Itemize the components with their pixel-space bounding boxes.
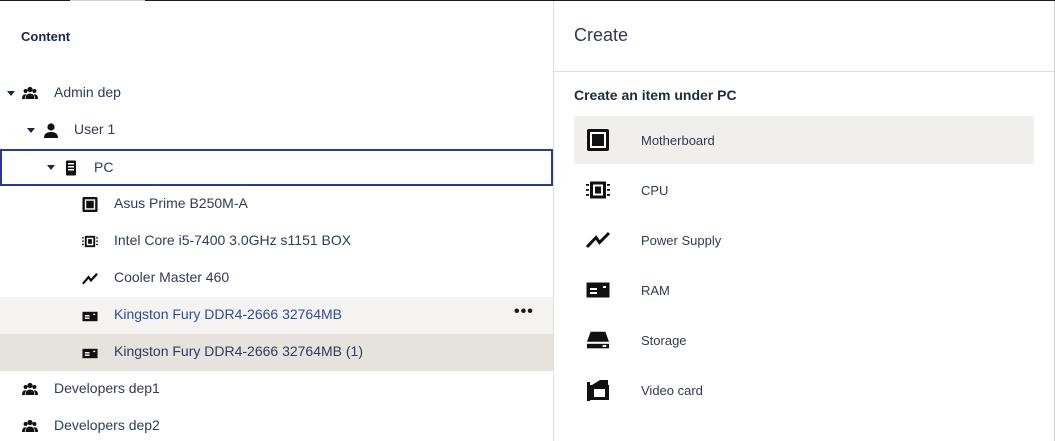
create-item-label: Power Supply bbox=[641, 232, 722, 248]
pc-tower-icon bbox=[63, 160, 79, 176]
tree-row-power-supply[interactable]: Cooler Master 460 bbox=[0, 260, 553, 297]
caret-down-icon[interactable] bbox=[47, 165, 55, 170]
tree-row-label: Developers dep1 bbox=[54, 380, 160, 396]
create-item-storage[interactable]: Storage bbox=[574, 316, 1034, 364]
motherboard-icon bbox=[82, 196, 98, 212]
tree-row-developers-dep2[interactable]: Developers dep2 bbox=[0, 408, 553, 441]
tree-row-ram[interactable]: Kingston Fury DDR4-2666 32764MB ••• bbox=[0, 297, 553, 334]
content-tree-panel: Content Admin dep User 1 PC Asus Prime B… bbox=[0, 1, 553, 441]
tree-row-user-1[interactable]: User 1 bbox=[0, 112, 553, 149]
ram-icon bbox=[82, 345, 98, 361]
cpu-icon bbox=[586, 178, 610, 202]
tree-row-label: PC bbox=[94, 159, 114, 175]
create-subtitle: Create an item under PC bbox=[574, 87, 737, 103]
group-icon bbox=[22, 85, 38, 101]
caret-down-icon[interactable] bbox=[27, 128, 35, 133]
power-supply-icon bbox=[586, 228, 610, 252]
tree-row-label: Kingston Fury DDR4-2666 32764MB (1) bbox=[114, 343, 364, 359]
tree-row-label: Developers dep2 bbox=[54, 417, 160, 433]
content-header: Content bbox=[21, 29, 71, 44]
tree-row-label: Cooler Master 460 bbox=[114, 269, 230, 285]
create-item-label: RAM bbox=[641, 282, 670, 298]
create-divider bbox=[554, 71, 1055, 72]
tree-row-label: User 1 bbox=[74, 121, 116, 137]
create-item-label: CPU bbox=[641, 182, 669, 198]
create-item-ram[interactable]: RAM bbox=[574, 266, 1034, 314]
tree-row-cpu[interactable]: Intel Core i5-7400 3.0GHz s1151 BOX bbox=[0, 223, 553, 260]
create-item-video-card[interactable]: Video card bbox=[574, 366, 1034, 414]
tree-row-label: Asus Prime B250M-A bbox=[114, 195, 248, 211]
tree-row-label: Intel Core i5-7400 3.0GHz s1151 BOX bbox=[114, 232, 352, 248]
user-icon bbox=[43, 122, 59, 138]
tree-row-pc[interactable]: PC bbox=[0, 149, 553, 186]
storage-icon bbox=[586, 328, 610, 352]
tree-row-motherboard[interactable]: Asus Prime B250M-A bbox=[0, 186, 553, 223]
video-card-icon bbox=[586, 378, 610, 402]
tree-row-label: Kingston Fury DDR4-2666 32764MB bbox=[114, 306, 343, 322]
create-item-label: Motherboard bbox=[641, 132, 715, 148]
tree-row-ram-1[interactable]: Kingston Fury DDR4-2666 32764MB (1) bbox=[0, 334, 553, 371]
ram-icon bbox=[82, 308, 98, 324]
tree-row-label: Admin dep bbox=[54, 84, 121, 100]
caret-down-icon[interactable] bbox=[7, 91, 15, 96]
tree-row-developers-dep1[interactable]: Developers dep1 bbox=[0, 371, 553, 408]
group-icon bbox=[22, 381, 38, 397]
ram-icon bbox=[586, 278, 610, 302]
cpu-icon bbox=[82, 233, 98, 249]
create-item-power-supply[interactable]: Power Supply bbox=[574, 216, 1034, 264]
group-icon bbox=[22, 418, 38, 434]
create-item-motherboard[interactable]: Motherboard bbox=[574, 116, 1034, 164]
create-item-cpu[interactable]: CPU bbox=[574, 166, 1034, 214]
create-title: Create bbox=[574, 25, 629, 45]
more-options-button[interactable]: ••• bbox=[514, 304, 534, 320]
create-item-label: Video card bbox=[641, 382, 703, 398]
create-panel: Create Create an item under PC Motherboa… bbox=[554, 1, 1055, 441]
power-supply-icon bbox=[82, 270, 98, 286]
tree-row-admin-dep[interactable]: Admin dep bbox=[0, 75, 553, 112]
create-item-label: Storage bbox=[641, 332, 687, 348]
motherboard-icon bbox=[586, 128, 610, 152]
